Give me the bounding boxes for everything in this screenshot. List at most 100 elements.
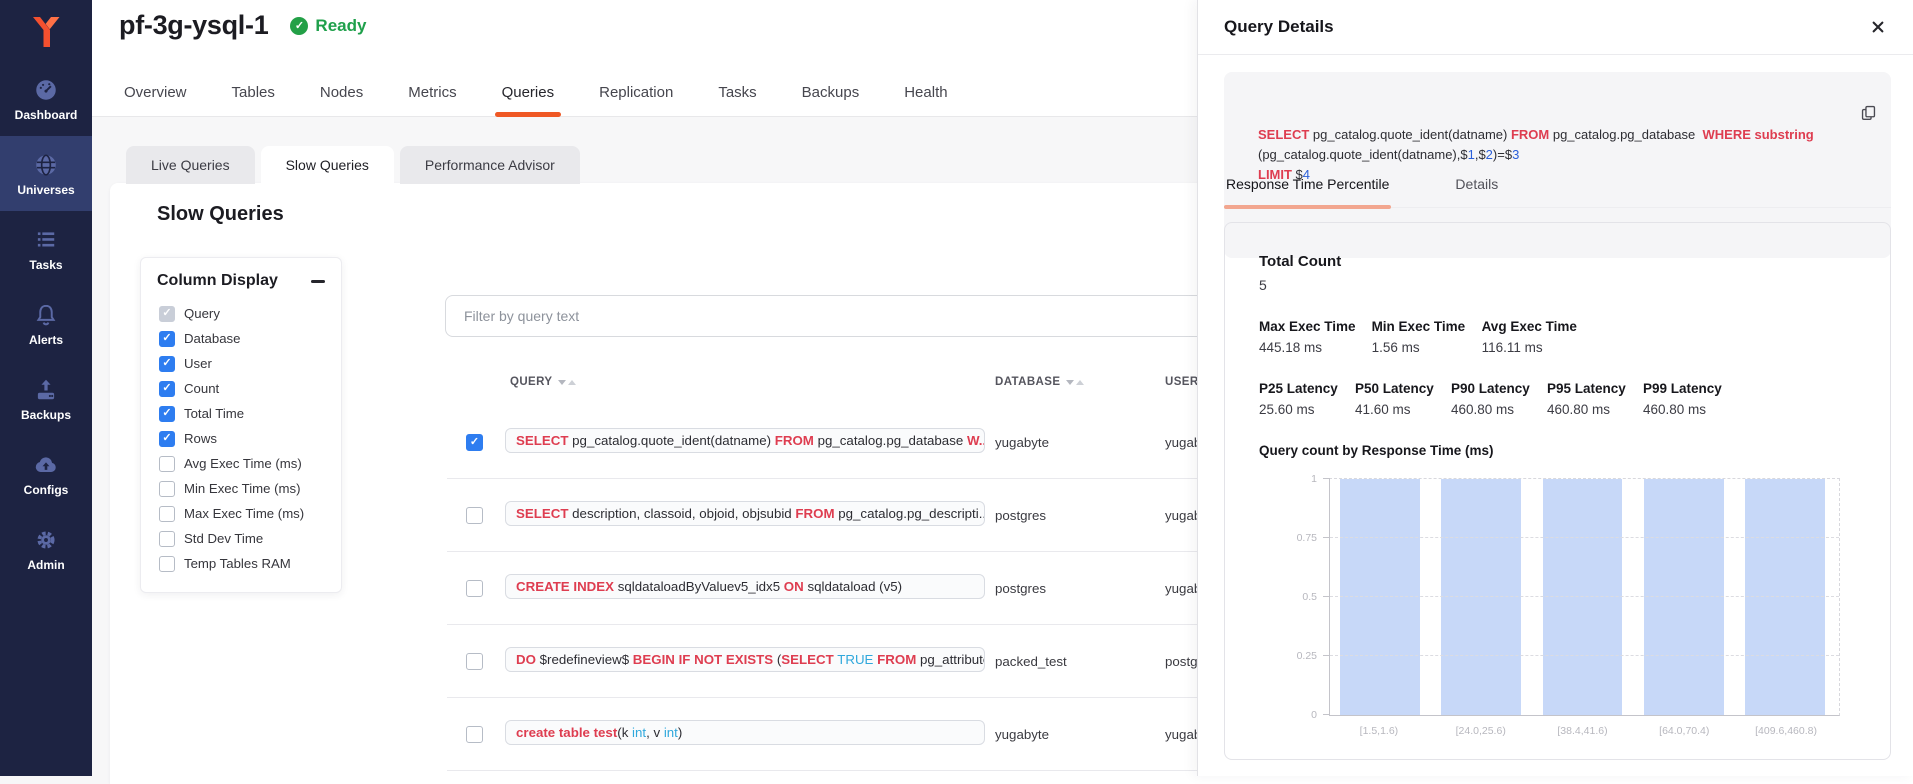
- column-option-label: Count: [184, 381, 219, 396]
- row-checkbox[interactable]: [466, 580, 483, 597]
- minus-icon[interactable]: [311, 280, 325, 283]
- row-checkbox[interactable]: [466, 653, 483, 670]
- checkbox[interactable]: [159, 356, 175, 372]
- tab-overview[interactable]: Overview: [122, 84, 189, 116]
- stat-label: Max Exec Time: [1259, 319, 1356, 334]
- checkbox[interactable]: [159, 456, 175, 472]
- database-cell: postgres: [995, 581, 1046, 596]
- column-header-database[interactable]: DATABASE: [995, 376, 1084, 388]
- query-filter-input[interactable]: [445, 295, 1215, 337]
- checkbox[interactable]: [159, 406, 175, 422]
- tab-label: Replication: [599, 84, 673, 101]
- checkbox[interactable]: [159, 531, 175, 547]
- sort-icons[interactable]: [1066, 380, 1084, 385]
- sql-segment: description, classoid, objoid, objsubid: [568, 506, 795, 521]
- yugabyte-logo-icon[interactable]: [23, 9, 69, 55]
- subtab-live-queries[interactable]: Live Queries: [126, 146, 255, 184]
- sidebar-item-admin[interactable]: Admin: [0, 511, 92, 586]
- stat-label: P50 Latency: [1355, 381, 1435, 396]
- sql-segment: (pg_catalog.quote_ident(datname),$: [1258, 147, 1468, 162]
- row-checkbox[interactable]: [466, 726, 483, 743]
- query-cell[interactable]: create table test(k int, v int): [505, 720, 985, 745]
- check-circle-icon: ✓: [290, 17, 308, 35]
- sql-segment: pg_catalog.quote_ident(datname): [1309, 127, 1511, 142]
- sidebar-item-dashboard[interactable]: Dashboard: [0, 61, 92, 136]
- column-option-max-exec-time-ms[interactable]: Max Exec Time (ms): [157, 501, 325, 526]
- tab-backups[interactable]: Backups: [800, 84, 862, 116]
- column-header-user[interactable]: USER: [1165, 376, 1199, 388]
- sql-segment: )=$: [1493, 147, 1512, 162]
- subtab-slow-queries[interactable]: Slow Queries: [261, 146, 394, 184]
- column-option-database[interactable]: Database: [157, 326, 325, 351]
- gear-icon: [33, 527, 59, 553]
- column-option-label: Total Time: [184, 406, 244, 421]
- query-cell[interactable]: SELECT description, classoid, objoid, ob…: [505, 501, 985, 526]
- column-header-label: USER: [1165, 376, 1199, 388]
- sql-segment: SELECT: [516, 433, 568, 448]
- tick-mark: [1323, 537, 1330, 538]
- column-option-query[interactable]: Query: [157, 301, 325, 326]
- copy-icon[interactable]: [1838, 84, 1877, 147]
- total-count-label: Total Count: [1259, 253, 1870, 270]
- tab-queries[interactable]: Queries: [500, 84, 557, 116]
- column-option-rows[interactable]: Rows: [157, 426, 325, 451]
- checkbox[interactable]: [159, 481, 175, 497]
- checkbox[interactable]: [159, 306, 175, 322]
- checkbox[interactable]: [159, 556, 175, 572]
- panel-header: Query Details: [1198, 0, 1913, 55]
- checkbox[interactable]: [159, 331, 175, 347]
- sql-segment: SELECT: [781, 652, 833, 667]
- panel-tab-details[interactable]: Details: [1453, 170, 1500, 207]
- panel-tab-response-time-percentile[interactable]: Response Time Percentile: [1224, 170, 1391, 207]
- column-option-user[interactable]: User: [157, 351, 325, 376]
- sql-line: SELECT pg_catalog.quote_ident(datname) F…: [1258, 125, 1841, 145]
- column-header-query[interactable]: QUERY: [510, 376, 576, 388]
- tab-label: Overview: [124, 84, 187, 101]
- stat-value: 116.11 ms: [1482, 340, 1577, 355]
- column-option-avg-exec-time-ms[interactable]: Avg Exec Time (ms): [157, 451, 325, 476]
- query-cell[interactable]: DO $redefineview$ BEGIN IF NOT EXISTS (S…: [505, 647, 985, 672]
- close-icon[interactable]: [1867, 16, 1889, 38]
- column-option-total-time[interactable]: Total Time: [157, 401, 325, 426]
- checkbox[interactable]: [159, 431, 175, 447]
- sidebar: DashboardUniversesTasksAlertsBackupsConf…: [0, 0, 92, 776]
- sql-segment: int: [632, 725, 646, 740]
- sidebar-item-alerts[interactable]: Alerts: [0, 286, 92, 361]
- sql-segment: int: [664, 725, 678, 740]
- sidebar-item-backups[interactable]: Backups: [0, 361, 92, 436]
- query-cell[interactable]: CREATE INDEX sqldataloadByValuev5_idx5 O…: [505, 574, 985, 599]
- exec-time-stats: Max Exec Time445.18 msMin Exec Time1.56 …: [1259, 319, 1870, 355]
- sidebar-item-universes[interactable]: Universes: [0, 136, 92, 211]
- tab-health[interactable]: Health: [902, 84, 949, 116]
- row-checkbox[interactable]: [466, 507, 483, 524]
- column-option-label: Query: [184, 306, 220, 321]
- sql-segment: SELECT: [1258, 127, 1309, 142]
- query-details-panel: Query Details SELECT pg_catalog.quote_id…: [1197, 0, 1913, 776]
- sidebar-item-configs[interactable]: Configs: [0, 436, 92, 511]
- tab-metrics[interactable]: Metrics: [406, 84, 458, 116]
- cloud-upload-icon: [33, 452, 59, 478]
- checkbox[interactable]: [159, 381, 175, 397]
- column-option-min-exec-time-ms[interactable]: Min Exec Time (ms): [157, 476, 325, 501]
- row-checkbox[interactable]: [466, 434, 483, 451]
- column-option-label: User: [184, 356, 212, 371]
- query-cell[interactable]: SELECT pg_catalog.quote_ident(datname) F…: [505, 428, 985, 453]
- tab-nodes[interactable]: Nodes: [318, 84, 365, 116]
- sort-icons[interactable]: [558, 380, 576, 385]
- stat-label: P99 Latency: [1643, 381, 1723, 396]
- subtab-performance-advisor[interactable]: Performance Advisor: [400, 146, 580, 184]
- tab-replication[interactable]: Replication: [597, 84, 675, 116]
- tab-tables[interactable]: Tables: [230, 84, 277, 116]
- chart-title: Query count by Response Time (ms): [1259, 443, 1870, 458]
- sql-segment: TRUE: [837, 652, 873, 667]
- column-option-std-dev-time[interactable]: Std Dev Time: [157, 526, 325, 551]
- sidebar-item-tasks[interactable]: Tasks: [0, 211, 92, 286]
- x-tick-label: [64.0,70.4): [1644, 725, 1724, 737]
- tab-tasks[interactable]: Tasks: [716, 84, 758, 116]
- column-option-temp-tables-ram[interactable]: Temp Tables RAM: [157, 551, 325, 576]
- x-tick-label: [38.4,41.6): [1543, 725, 1623, 737]
- column-option-count[interactable]: Count: [157, 376, 325, 401]
- x-tick-label: [409.6,460.8): [1746, 725, 1826, 737]
- y-tick-label: 0.25: [1297, 650, 1317, 662]
- checkbox[interactable]: [159, 506, 175, 522]
